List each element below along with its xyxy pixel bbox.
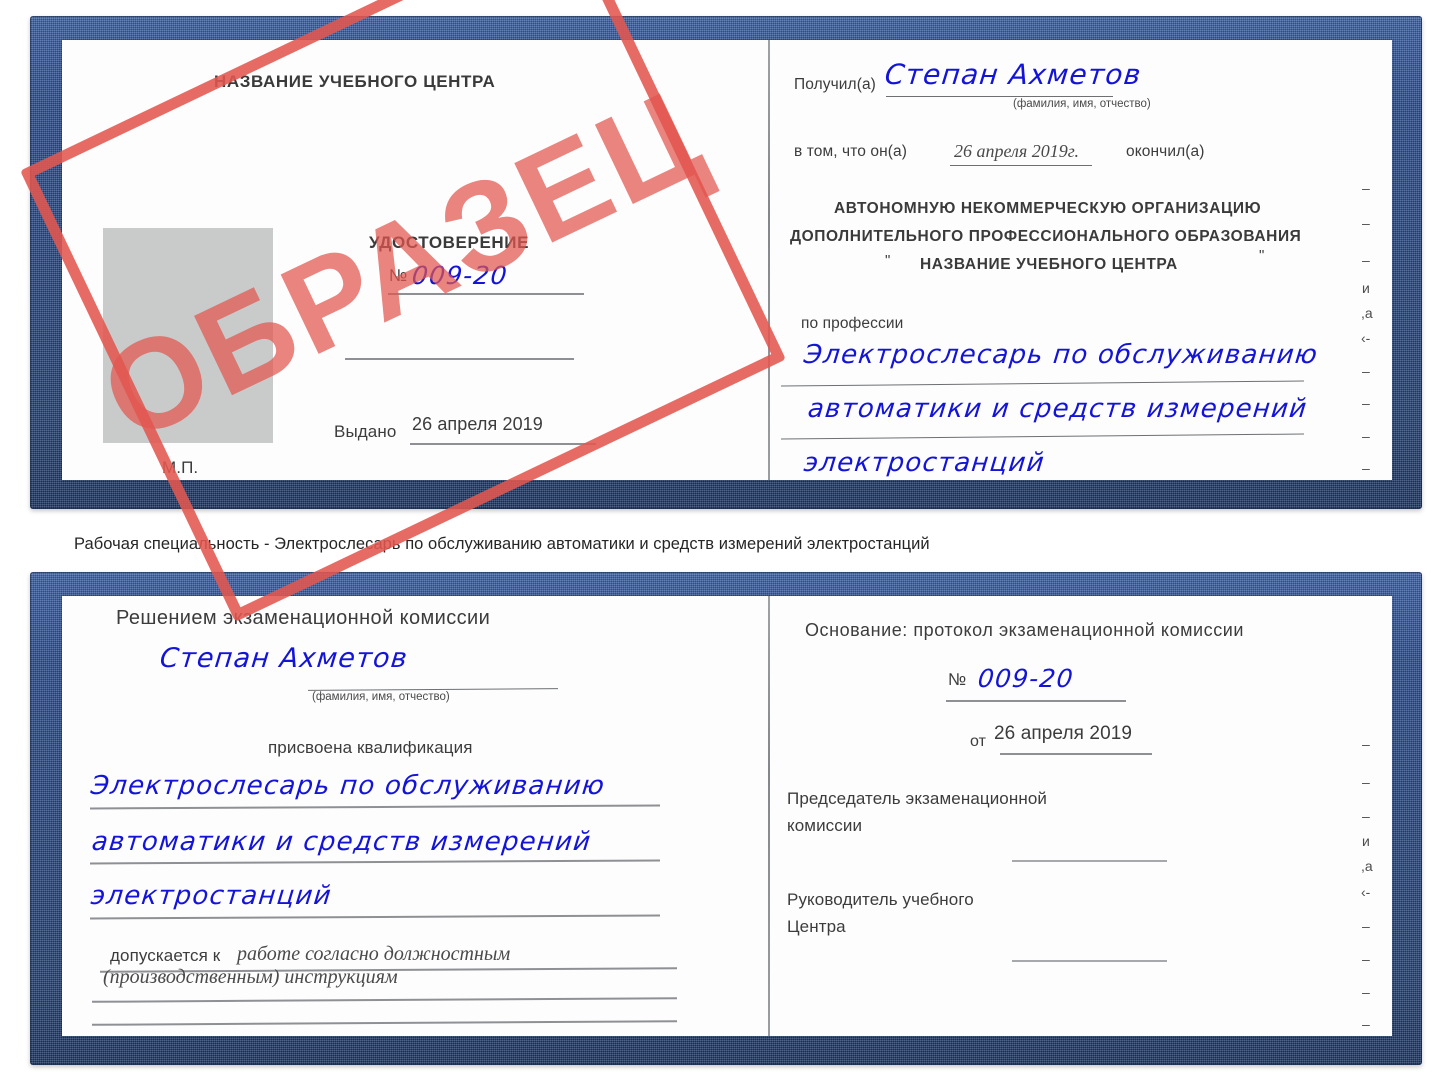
allowed-rule-3 [92,1020,677,1026]
edge-mark: и [1362,280,1370,296]
qualification-rule-3 [89,914,660,919]
edge-mark: – [1362,1016,1370,1032]
profession-line-1: Электрослесарь по обслуживанию [802,340,1320,370]
edge-mark: – [1362,918,1370,934]
finished-label: окончил(а) [1126,143,1205,160]
edge-mark: ‹- [1361,330,1371,346]
qualification-rule-2 [89,859,660,864]
edge-mark: – [1362,951,1370,967]
protocol-date-value: 26 апреля 2019 [994,723,1133,744]
edge-mark: – [1362,774,1370,790]
recipient-name-value: Степан Ахметов [883,58,1144,91]
commission-decision-heading: Решением экзаменационной комиссии [116,607,491,629]
edge-mark: и [1362,833,1370,849]
document-title: УДОСТОВЕРЕНИЕ [369,233,530,252]
certificate-number-value: 009-20 [410,261,510,290]
head-label-line-2: Центра [787,917,846,936]
edge-mark: – [1362,460,1370,476]
head-label-line-1: Руководитель учебного [787,890,974,909]
organization-line-1: АВТОНОМНУЮ НЕКОММЕРЧЕСКУЮ ОРГАНИЗАЦИЮ [834,200,1262,217]
profession-line-2: автоматики и средств измерений [806,394,1309,424]
organization-line-2: ДОПОЛНИТЕЛЬНОГО ПРОФЕССИОНАЛЬНОГО ОБРАЗО… [790,228,1302,245]
chairman-label-line-2: комиссии [787,816,863,835]
photo-placeholder [103,228,273,443]
qualification-label: присвоена квалификация [268,738,473,757]
blank-rule-1 [345,358,574,360]
protocol-number-label: № [948,670,967,689]
qualification-line-1: Электрослесарь по обслуживанию [89,771,607,801]
edge-mark: – [1362,984,1370,1000]
protocol-number-value: 009-20 [976,664,1076,693]
fio-hint-top: (фамилия, имя, отчество) [1013,98,1151,110]
edge-mark: ,а [1361,858,1373,874]
allowed-rule-2 [92,997,677,1003]
book-spine-bottom [768,596,770,1036]
qualification-line-3: электростанций [89,881,334,911]
edge-mark: – [1362,395,1370,411]
profession-rule-2 [781,433,1304,440]
protocol-date-rule [1000,753,1152,755]
edge-mark: ,а [1361,305,1373,321]
in-that-label: в том, что он(а) [794,143,908,160]
head-signature-rule [1012,960,1167,962]
completion-date-rule [950,165,1092,167]
allowed-to-label: допускается к [110,946,221,965]
top-right-page: Получил(а) Степан Ахметов (фамилия, имя,… [772,40,1392,480]
profession-label: по профессии [801,315,904,332]
edge-mark: – [1362,736,1370,752]
bottom-right-page: Основание: протокол экзаменационной коми… [772,596,1392,1036]
edge-mark: – [1362,428,1370,444]
issued-date-value: 26 апреля 2019 [412,414,543,434]
organization-quote-open: " [885,252,891,269]
chairman-label-line-1: Председатель экзаменационной [787,789,1047,808]
profession-line-3: электростанций [802,448,1047,478]
allowed-to-value-line-1: работе согласно должностным [237,943,511,965]
profession-rule-1 [781,380,1304,387]
issued-rule [410,443,596,445]
certificate-bottom-pages: Решением экзаменационной комиссии Степан… [62,596,1392,1036]
protocol-date-label: от [970,733,987,750]
organization-line-3: НАЗВАНИЕ УЧЕБНОГО ЦЕНТРА [920,256,1178,273]
edge-mark: – [1362,180,1370,196]
edge-mark: – [1362,252,1370,268]
edge-mark: – [1362,215,1370,231]
allowed-to-value-line-2: (производственным) инструкциям [103,966,398,988]
edge-mark: ‹- [1361,884,1371,900]
qualification-line-2: автоматики и средств измерений [90,827,593,857]
book-spine-top [768,40,770,480]
received-label: Получил(а) [794,76,876,93]
qualification-rule-1 [89,804,660,809]
graduate-name-value: Степан Ахметов [158,643,410,674]
edge-mark: – [1362,363,1370,379]
bottom-left-page: Решением экзаменационной комиссии Степан… [62,596,768,1036]
fio-hint-bottom: (фамилия, имя, отчество) [312,691,450,703]
issued-label: Выдано [334,422,397,441]
completion-date-value: 26 апреля 2019г. [954,141,1080,161]
protocol-number-rule [946,700,1126,702]
certificate-number-label: № [389,266,408,285]
certificate-top-pages: НАЗВАНИЕ УЧЕБНОГО ЦЕНТРА УДОСТОВЕРЕНИЕ №… [62,40,1392,480]
certificate-number-rule [388,293,584,295]
chairman-signature-rule [1012,860,1167,862]
seal-place-label: М.П. [162,458,199,477]
top-left-page: НАЗВАНИЕ УЧЕБНОГО ЦЕНТРА УДОСТОВЕРЕНИЕ №… [62,40,768,480]
basis-label: Основание: протокол экзаменационной коми… [805,620,1244,640]
organization-quote-close: " [1259,247,1265,264]
caption-text: Рабочая специальность - Электрослесарь п… [74,535,930,553]
edge-mark: – [1362,808,1370,824]
training-center-name-heading: НАЗВАНИЕ УЧЕБНОГО ЦЕНТРА [214,72,496,91]
